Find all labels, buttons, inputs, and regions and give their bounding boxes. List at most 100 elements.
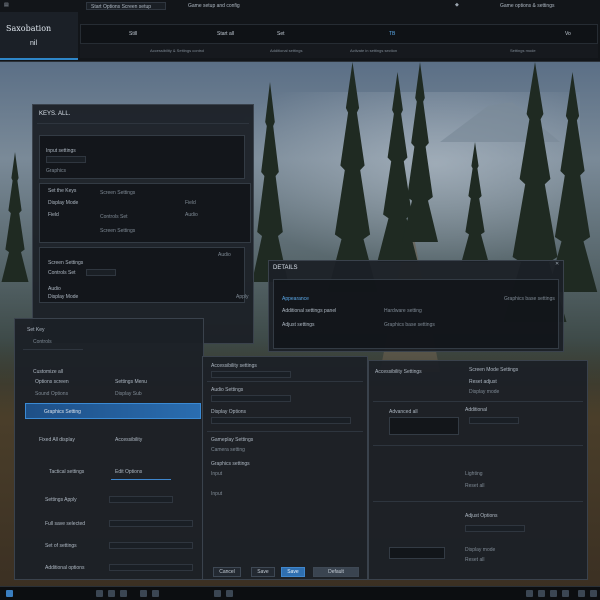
value-text: Screen Settings [100, 190, 136, 196]
close-icon[interactable]: ✕ [555, 261, 559, 267]
app-icon: ▤ [4, 2, 9, 8]
value-text: Hardware setting [384, 308, 422, 314]
tray-icon[interactable] [538, 590, 545, 597]
row-label: Display Options [211, 409, 247, 415]
tab-2[interactable]: Start all [217, 31, 234, 37]
divider [373, 445, 583, 446]
taskbar-app-icon[interactable] [120, 590, 127, 597]
item-label[interactable]: Tactical settings [49, 469, 84, 475]
row-label: Set Key [27, 327, 45, 333]
tray-icon[interactable] [562, 590, 569, 597]
tray-icon[interactable] [550, 590, 557, 597]
tab-4[interactable]: TB [389, 31, 395, 37]
top-bar: ▤ Start Options Screen setup Game setup … [0, 0, 600, 62]
item-label[interactable]: Set of settings [45, 543, 77, 549]
taskbar-app-icon[interactable] [96, 590, 103, 597]
window-tab-title: Game setup and config [188, 3, 240, 9]
input-field[interactable] [46, 156, 86, 163]
input-field[interactable] [211, 417, 351, 424]
row-label: Display mode [465, 547, 496, 553]
value-text: Screen Settings [100, 228, 136, 234]
subtab-3[interactable]: Activate in settings section [350, 48, 397, 53]
address-field[interactable]: Start Options Screen setup [86, 2, 166, 10]
logo-subtitle: nil [30, 40, 38, 47]
item-field[interactable] [109, 496, 173, 503]
save-primary-button[interactable]: Save [281, 567, 305, 577]
row-label: Screen Mode Settings [469, 367, 519, 373]
start-icon[interactable] [6, 590, 13, 597]
taskbar-app-icon[interactable] [226, 590, 233, 597]
item-label[interactable]: Settings Apply [45, 497, 77, 503]
taskbar-app-icon[interactable] [214, 590, 221, 597]
tab-5[interactable]: Vo [565, 31, 571, 37]
row-label: Camera setting [211, 447, 245, 453]
input-field[interactable] [211, 371, 291, 378]
details-body: Appearance Graphics base settings Additi… [273, 279, 559, 349]
subtab-4[interactable]: Settings mode [510, 48, 536, 53]
row-label: Graphics settings [211, 461, 250, 467]
details-panel: DETAILS ✕ Appearance Graphics base setti… [268, 260, 564, 352]
taskbar-app-icon[interactable] [152, 590, 159, 597]
divider [207, 431, 363, 432]
tab-1[interactable]: Still [129, 31, 137, 37]
value-text: Display Sub [115, 391, 142, 397]
panel-title: KEYS. ALL. [39, 111, 71, 117]
tray-icon[interactable] [590, 590, 597, 597]
divider [373, 501, 583, 502]
value-text: Audio [185, 212, 198, 218]
default-button[interactable]: Default [313, 567, 359, 577]
row-label: Input settings [46, 148, 76, 154]
subtab-1[interactable]: Accessibility & Settings control [150, 48, 204, 53]
value-text: Controls Set [100, 214, 128, 220]
section-input: Input settings Graphics [39, 135, 245, 179]
tab-underline [111, 479, 171, 480]
divider [37, 123, 249, 124]
row-label: Appearance [282, 296, 309, 302]
preview-box [389, 547, 445, 559]
section-keys: Set the Keys Screen Settings Display Mod… [39, 183, 251, 243]
item-field[interactable] [109, 564, 193, 571]
item-field[interactable] [109, 542, 193, 549]
row-label: Field [48, 212, 59, 218]
input-field[interactable] [211, 395, 291, 402]
menu-icon[interactable]: ◆ [455, 2, 459, 8]
tray-icon[interactable] [526, 590, 533, 597]
row-label: Lighting [465, 471, 483, 477]
row-label: Advanced all [389, 409, 418, 415]
preview-box [389, 417, 459, 435]
save-button[interactable]: Save [251, 567, 275, 577]
row-label: Display Mode [48, 200, 79, 206]
input-field[interactable] [469, 417, 519, 424]
row-label: Options screen [35, 379, 69, 385]
item-label[interactable]: Full save selected [45, 521, 85, 527]
logo-title: Saxobation [6, 24, 52, 33]
item-label[interactable]: Additional options [45, 565, 84, 571]
row-label: Audio [48, 286, 61, 292]
input-field[interactable] [86, 269, 116, 276]
row-label: Additional settings panel [282, 308, 337, 314]
tray-icon[interactable] [578, 590, 585, 597]
row-label: Audio Settings [211, 387, 244, 393]
subtab-2[interactable]: Additional settings [270, 48, 302, 53]
section-display: Audio Screen Settings Controls Set Audio… [39, 247, 249, 303]
row-label: Accessibility settings [211, 363, 257, 369]
bottom-right-panel: Accessibility Settings Screen Mode Setti… [368, 360, 588, 580]
input-field[interactable] [465, 525, 525, 532]
taskbar [0, 586, 600, 600]
row-label: Customize all [33, 369, 64, 375]
row-label: Display mode [469, 389, 500, 395]
row-label: Input [211, 471, 223, 477]
item-field[interactable] [109, 520, 193, 527]
cancel-button[interactable]: Cancel [213, 567, 241, 577]
row-label: Controls Set [48, 270, 76, 276]
value-text: Settings Menu [115, 379, 147, 385]
row-label: Reset all [465, 483, 485, 489]
row-label: Adjust settings [282, 322, 315, 328]
tab-3[interactable]: Set [277, 31, 285, 37]
taskbar-app-icon[interactable] [108, 590, 115, 597]
taskbar-app-icon[interactable] [140, 590, 147, 597]
row-label: Additional [465, 407, 487, 413]
selected-row[interactable]: Graphics Setting [25, 403, 201, 419]
item-label[interactable]: Edit Options [115, 469, 142, 475]
row-label: Sound Options [35, 391, 69, 397]
